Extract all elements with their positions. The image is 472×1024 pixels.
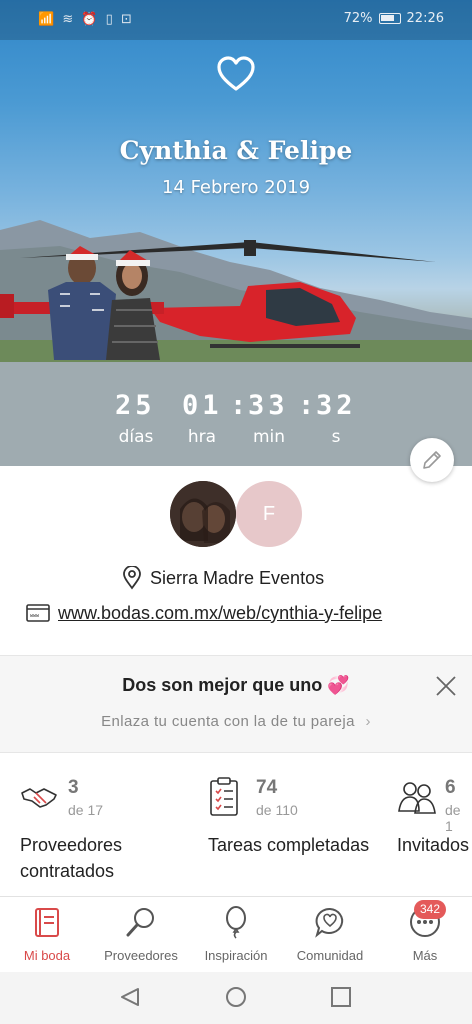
couple-photo xyxy=(170,481,236,547)
heart-outline-icon xyxy=(217,56,255,91)
tab-label: Más xyxy=(412,948,438,963)
stat-guests-label: Invitados confirma xyxy=(397,835,472,855)
battery-percent: 72% xyxy=(343,11,373,26)
close-icon[interactable] xyxy=(432,672,460,700)
system-nav-buttons xyxy=(121,987,351,1007)
stat-vendors-label: Proveedores contratados xyxy=(20,835,123,881)
venue-name: Sierra Madre Eventos xyxy=(150,567,325,588)
chat-heart-icon xyxy=(315,907,344,938)
countdown-days: 25 xyxy=(115,390,156,421)
tab-label: Inspiración xyxy=(204,948,268,963)
stat-tasks-value: 74 xyxy=(256,777,278,798)
stat-tasks-label: Tareas completadas xyxy=(208,835,370,855)
stat-vendors-total: de 17 xyxy=(68,802,104,818)
stat-guests-total: de 1 xyxy=(445,802,461,834)
handshake-icon xyxy=(21,788,57,808)
tab-proveedores[interactable]: Proveedores xyxy=(94,897,188,973)
home-icon[interactable] xyxy=(226,987,246,1007)
couple-names: Cynthia & Felipe xyxy=(119,136,353,165)
clipboard-checklist-icon xyxy=(210,777,238,816)
magnifier-icon xyxy=(126,908,154,937)
countdown-seconds-label: s xyxy=(331,427,341,447)
tab-inspiracion[interactable]: Inspiración xyxy=(189,897,283,973)
stat-vendors[interactable]: 3 de 17 Proveedores contratados xyxy=(20,775,210,885)
cover-photo xyxy=(0,240,436,360)
banner-title: Dos son mejor que uno 💞 xyxy=(122,675,350,695)
browser-window-icon: www xyxy=(26,604,50,622)
stat-guests[interactable]: 6 de 1 Invitados confirma xyxy=(397,775,472,885)
countdown-minutes-label: min xyxy=(252,427,286,447)
pencil-icon xyxy=(423,451,441,469)
balloon-icon xyxy=(226,906,246,939)
tab-comunidad[interactable]: Comunidad xyxy=(283,897,377,973)
countdown-days-label: días xyxy=(118,427,154,447)
notification-badge: 342 xyxy=(414,900,447,919)
stat-tasks-total: de 110 xyxy=(256,802,298,818)
banner-subtitle[interactable]: Enlaza tu cuenta con la de tu pareja › xyxy=(0,713,472,730)
notebook-icon xyxy=(35,908,59,937)
recents-icon[interactable] xyxy=(331,987,351,1007)
website-row[interactable]: www www.bodas.com.mx/web/cynthia-y-felip… xyxy=(26,600,382,626)
stat-tasks[interactable]: 74 de 110 Tareas completadas xyxy=(208,775,398,885)
edit-button[interactable] xyxy=(410,438,454,482)
countdown-hours-label: hra xyxy=(187,427,217,447)
countdown-hours: 01 xyxy=(182,390,223,421)
location-pin-icon xyxy=(123,566,141,590)
status-bar: 📶 ≋ ⏰ ▯ ⊡ 72% 22:26 xyxy=(0,0,472,40)
countdown-minutes: 33 xyxy=(248,390,289,421)
tab-label: Proveedores xyxy=(104,948,178,963)
system-nav-bar xyxy=(0,972,472,1024)
partner-link-banner[interactable]: Dos son mejor que uno 💞 Enlaza tu cuenta… xyxy=(0,655,472,753)
guests-icon xyxy=(398,782,436,814)
wedding-date: 14 Febrero 2019 xyxy=(161,177,311,198)
bottom-tab-bar: Mi boda Proveedores Inspiración Comunida… xyxy=(0,896,472,972)
hero-header: 📶 ≋ ⏰ ▯ ⊡ 72% 22:26 Cynthia & Felipe 14 … xyxy=(0,0,472,466)
tab-label: Mi boda xyxy=(23,948,71,963)
status-indicators: 📶 ≋ ⏰ ▯ ⊡ xyxy=(38,12,134,27)
clock: 22:26 xyxy=(406,11,444,26)
battery-icon xyxy=(378,13,401,24)
venue-row[interactable]: Sierra Madre Eventos xyxy=(122,565,324,591)
stat-vendors-value: 3 xyxy=(68,777,79,798)
countdown-seconds: 32 xyxy=(316,390,357,421)
tab-mi-boda[interactable]: Mi boda xyxy=(0,897,94,973)
tab-label: Comunidad xyxy=(296,948,364,963)
partner-avatar[interactable]: F xyxy=(236,481,302,547)
svg-text:www: www xyxy=(30,613,40,619)
stat-guests-value: 6 xyxy=(445,777,456,798)
back-icon[interactable] xyxy=(121,988,139,1006)
chevron-right-icon: › xyxy=(365,713,371,730)
couple-avatar[interactable] xyxy=(170,481,236,547)
website-link[interactable]: www.bodas.com.mx/web/cynthia-y-felipe xyxy=(58,603,382,624)
